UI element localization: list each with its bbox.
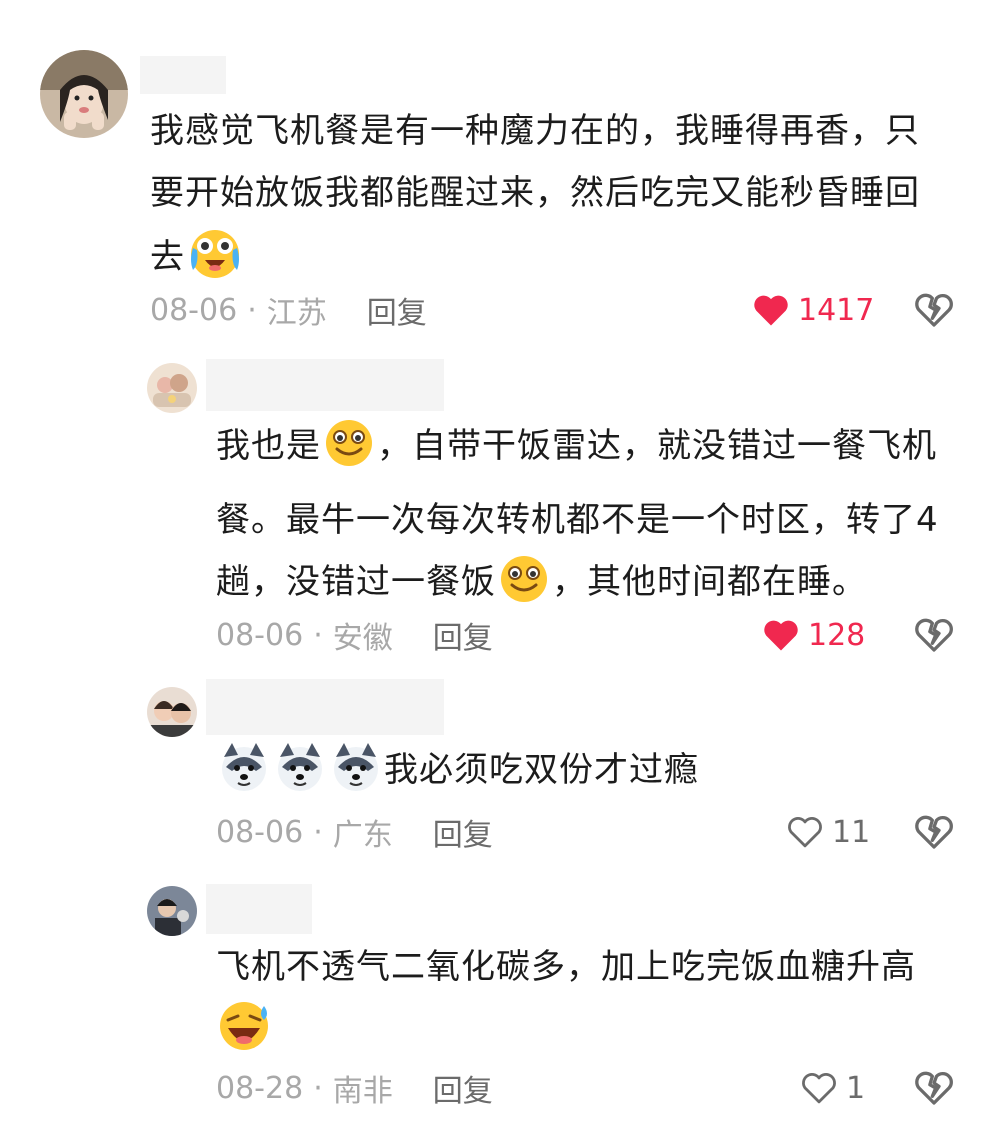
comment-meta: 08-06 · 安徽 回复 [216,613,493,657]
comment-text: 我感觉飞机餐是有一种魔力在的，我睡得再香，只 要开始放饭我都能醒过来，然后吃完又… [150,100,970,300]
dislike-button[interactable] [914,615,954,655]
like-button[interactable]: 1 [800,1068,865,1108]
husky-dog-emoji [274,741,326,813]
comment-location: 安徽 [332,621,393,656]
comment-meta: 08-06 · 广东 回复 [216,810,493,854]
broken-heart-icon [915,618,953,652]
avatar[interactable] [147,687,197,737]
crying-laughing-emoji [187,224,243,300]
username-redacted[interactable] [206,359,444,411]
broken-heart-icon [915,815,953,849]
username-redacted[interactable] [206,884,312,934]
broken-heart-icon [915,293,953,327]
comment-location: 广东 [332,818,393,853]
username-redacted[interactable] [206,679,444,735]
avatar-image [147,687,197,737]
meta-separator: · [313,1070,323,1106]
comment-date: 08-06 [216,617,304,653]
comment-1: 我感觉飞机餐是有一种魔力在的，我睡得再香，只 要开始放饭我都能醒过来，然后吃完又… [0,0,1000,345]
like-count: 1 [846,1070,866,1106]
comment-2: 我也是 ，自带干饭雷达，就没错过一餐飞机 餐。最牛一次每次转机都不是一个时区，转… [0,345,1000,675]
comment-date: 08-06 [216,814,304,850]
avatar-image [147,886,197,936]
comment-text: 我也是 ，自带干饭雷达，就没错过一餐飞机 餐。最牛一次每次转机都不是一个时区，转… [216,415,976,625]
heart-filled-icon [764,620,798,651]
grin-emoji [498,553,550,625]
like-count: 128 [808,617,866,653]
comment-meta: 08-06 · 江苏 回复 [150,288,427,332]
grin-emoji [323,417,375,489]
like-count: 11 [832,814,871,850]
comment-date: 08-06 [150,292,238,328]
dislike-button[interactable] [914,1068,954,1108]
reply-button[interactable]: 回复 [367,288,427,332]
reply-button[interactable]: 回复 [433,810,493,854]
avatar[interactable] [147,363,197,413]
like-button[interactable]: 128 [762,615,865,655]
like-button[interactable]: 11 [786,812,870,852]
like-button[interactable]: 1417 [752,290,874,330]
dislike-button[interactable] [914,290,954,330]
meta-separator: · [313,814,323,850]
avatar[interactable] [40,50,128,138]
heart-outline-icon [802,1073,836,1104]
avatar-image [40,50,128,138]
heart-outline-icon [788,817,822,848]
comment-location: 南非 [332,1074,393,1109]
username-redacted[interactable] [140,56,226,94]
dislike-button[interactable] [914,812,954,852]
comment-4: 飞机不透气二氧化碳多，加上吃完饭血糖升高 08-28 · 南非 回复 1 [0,880,1000,1129]
avatar-image [147,363,197,413]
comment-date: 08-28 [216,1070,304,1106]
comment-text: 我必须吃双份才过瘾 [216,739,976,813]
meta-separator: · [247,292,257,328]
husky-dog-emoji [218,741,270,813]
heart-filled-icon [754,295,788,326]
like-count: 1417 [798,292,875,328]
avatar[interactable] [147,886,197,936]
husky-dog-emoji [330,741,382,813]
reply-button[interactable]: 回复 [433,613,493,657]
comment-3: 我必须吃双份才过瘾 08-06 · 广东 回复 11 [0,675,1000,880]
comment-location: 江苏 [266,296,327,331]
reply-button[interactable]: 回复 [433,1066,493,1110]
comment-meta: 08-28 · 南非 回复 [216,1066,493,1110]
sweat-laugh-emoji [216,998,272,1074]
broken-heart-icon [915,1071,953,1105]
comment-text: 飞机不透气二氧化碳多，加上吃完饭血糖升高 [216,936,976,1074]
meta-separator: · [313,617,323,653]
